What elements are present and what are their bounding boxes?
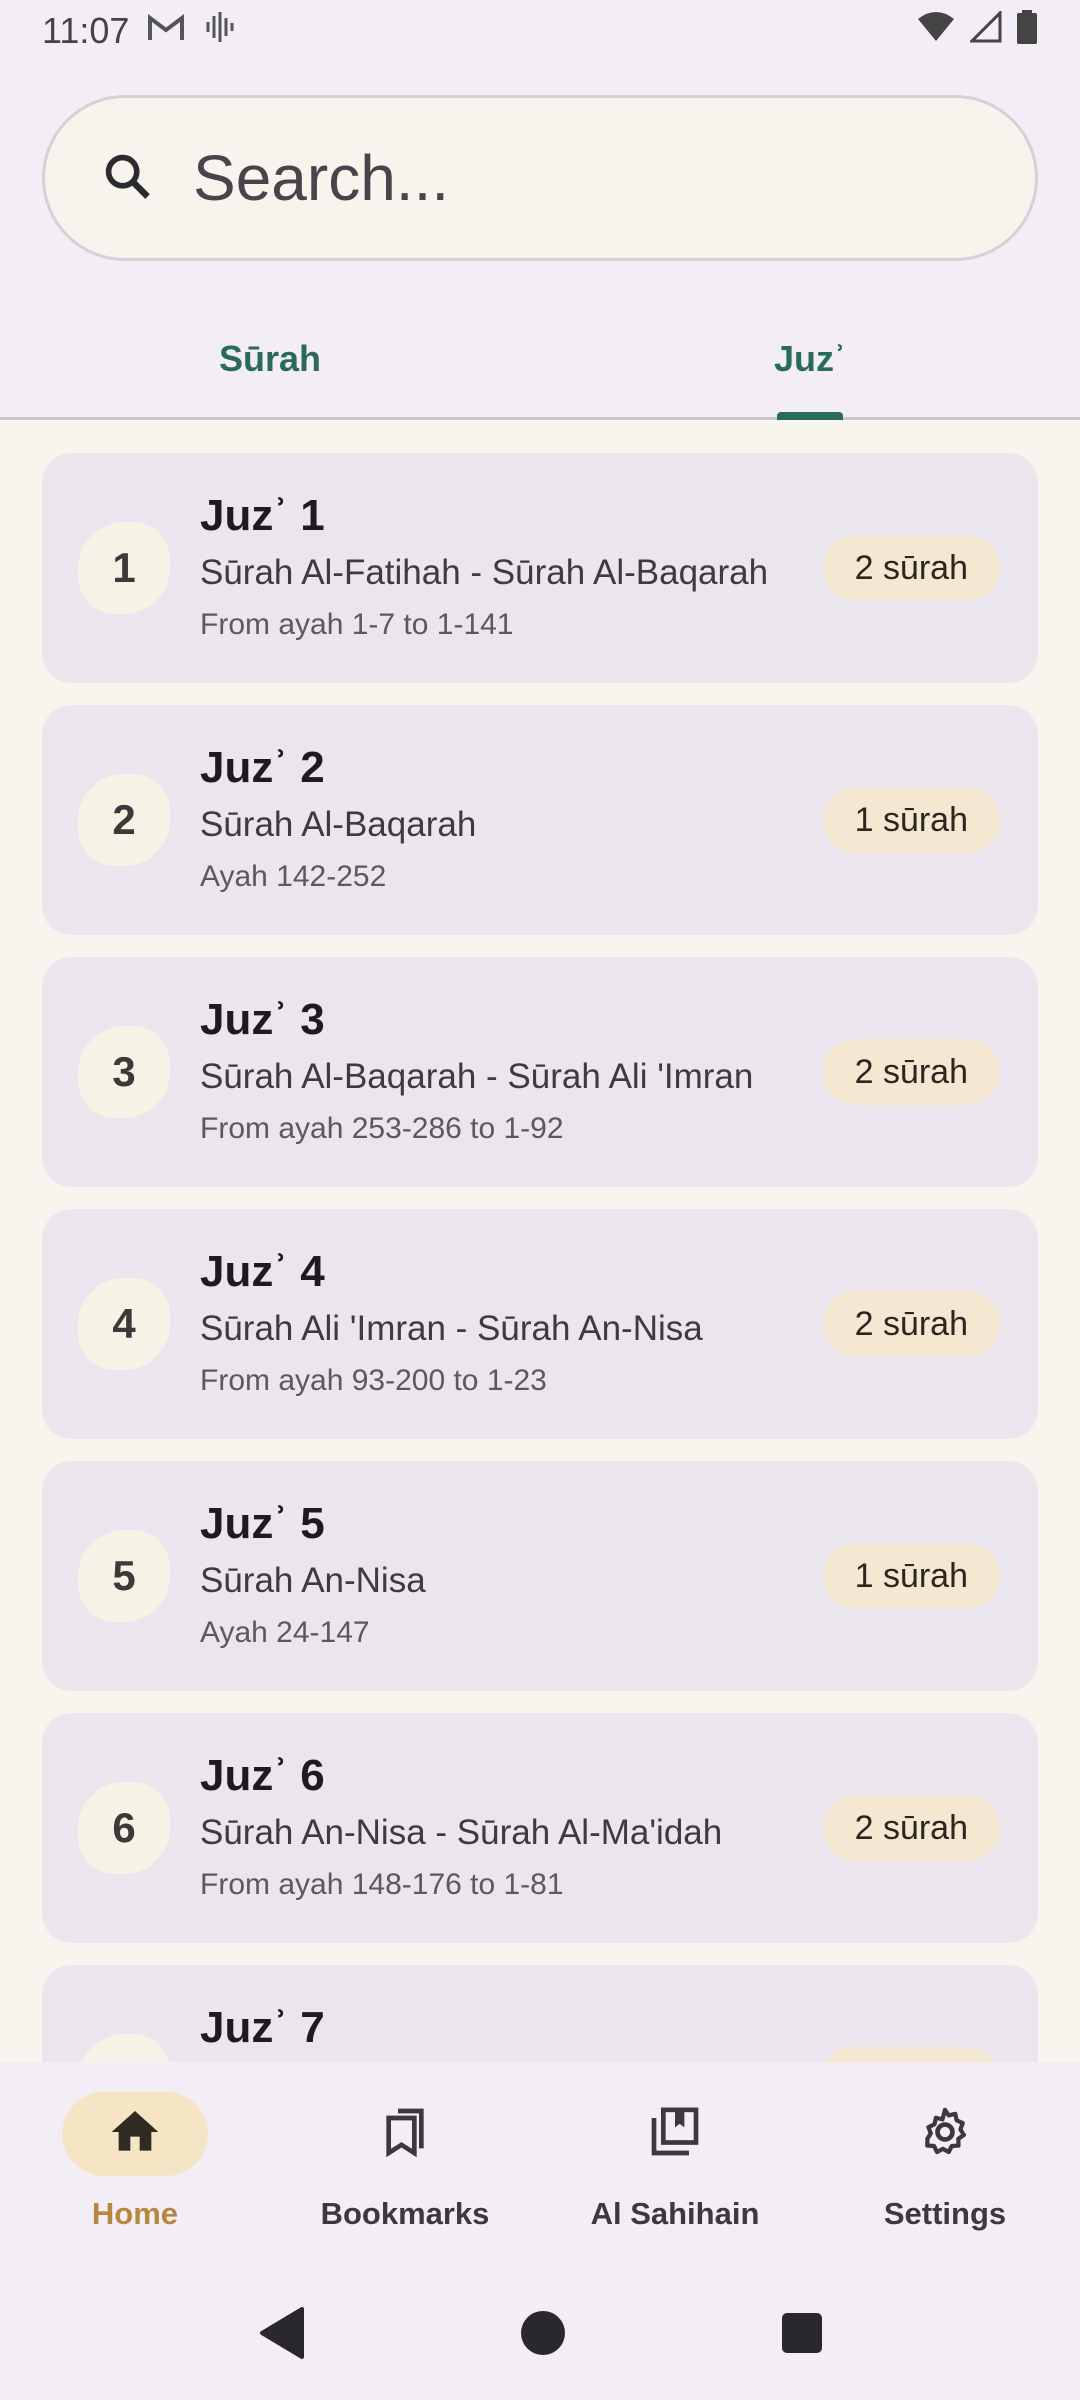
juz-card[interactable]: 3 Juzʾ 3 Sūrah Al-Baqarah - Sūrah Ali 'I… [42, 957, 1038, 1187]
juz-number-badge: 3 [78, 1026, 170, 1118]
gear-icon [917, 2104, 973, 2165]
home-icon [107, 2104, 163, 2165]
surah-count-chip: 2 sūrah [822, 535, 1000, 601]
status-time: 11:07 [42, 10, 130, 51]
juz-card[interactable]: 2 Juzʾ 2 Sūrah Al-Baqarah Ayah 142-252 1… [42, 705, 1038, 935]
home-circle-icon[interactable] [519, 2309, 567, 2362]
juz-number-badge: 6 [78, 1782, 170, 1874]
juz-number-badge [78, 2034, 170, 2062]
voice-icon [203, 10, 237, 53]
juz-surahs: Sūrah An-Nisa - Sūrah Al-Ma'idah [200, 1813, 723, 1852]
juz-surahs: Sūrah Al-Baqarah [200, 805, 477, 844]
surah-count-chip: 1 sūrah [822, 1543, 1000, 1609]
status-right [916, 9, 1038, 53]
tab-juz[interactable]: Juzʾ [540, 300, 1080, 417]
juz-card[interactable]: 6 Juzʾ 6 Sūrah An-Nisa - Sūrah Al-Ma'ida… [42, 1713, 1038, 1943]
juz-card[interactable]: 1 Juzʾ 1 Sūrah Al-Fatihah - Sūrah Al-Baq… [42, 453, 1038, 683]
juz-ayah-range: Ayah 142-252 [200, 860, 387, 893]
juz-title: Juzʾ 5 [200, 1499, 325, 1548]
status-bar: 11:07 [0, 0, 1080, 62]
juz-number-badge: 5 [78, 1530, 170, 1622]
juz-ayah-range: From ayah 148-176 to 1-81 [200, 1868, 564, 1901]
juz-number-badge: 1 [78, 522, 170, 614]
system-navigation-bar [0, 2270, 1080, 2400]
juz-list[interactable]: 1 Juzʾ 1 Sūrah Al-Fatihah - Sūrah Al-Baq… [0, 420, 1080, 2062]
nav-settings-label: Settings [883, 2196, 1007, 2231]
search-input[interactable] [193, 141, 953, 215]
status-left: 11:07 [42, 10, 237, 53]
juz-surahs: Sūrah Al-Baqarah - Sūrah Ali 'Imran [200, 1057, 754, 1096]
nav-bookmarks-label: Bookmarks [320, 2196, 490, 2231]
nav-home-label: Home [91, 2196, 179, 2231]
juz-title: Juzʾ 6 [200, 1751, 325, 1800]
juz-card[interactable]: 4 Juzʾ 4 Sūrah Ali 'Imran - Sūrah An-Nis… [42, 1209, 1038, 1439]
juz-title: Juzʾ 2 [200, 743, 325, 792]
nav-bookmarks[interactable]: Bookmarks [270, 2062, 540, 2270]
juz-ayah-range: From ayah 93-200 to 1-23 [200, 1364, 547, 1397]
screen: 11:07 Sūrah Juzʾ [0, 0, 1080, 2400]
juz-title: Juzʾ 7 [200, 2003, 325, 2052]
nav-al-sahihain-indicator [602, 2092, 748, 2176]
juz-surahs: Sūrah Al-Fatihah - Sūrah Al-Baqarah [200, 553, 769, 592]
cell-signal-icon [968, 9, 1002, 52]
tab-surah[interactable]: Sūrah [0, 300, 540, 417]
juz-surahs: Sūrah An-Nisa [200, 1561, 426, 1600]
nav-al-sahihain-label: Al Sahihain [590, 2196, 760, 2231]
juz-number-badge: 4 [78, 1278, 170, 1370]
nav-home[interactable]: Home [0, 2062, 270, 2270]
gmail-icon [147, 10, 185, 52]
surah-count-chip: 1 sūrah [822, 787, 1000, 853]
bottom-navigation: Home Bookmarks Al Sahihain Settings [0, 2062, 1080, 2270]
nav-home-indicator [62, 2092, 208, 2176]
recents-icon[interactable] [780, 2311, 824, 2360]
juz-title: Juzʾ 1 [200, 491, 325, 540]
battery-icon [1016, 9, 1038, 53]
juz-ayah-range: From ayah 253-286 to 1-92 [200, 1112, 564, 1145]
juz-card[interactable]: Juzʾ 7 [42, 1965, 1038, 2062]
surah-count-chip: 2 sūrah [822, 1291, 1000, 1357]
juz-surahs: Sūrah Ali 'Imran - Sūrah An-Nisa [200, 1309, 703, 1348]
juz-title: Juzʾ 3 [200, 995, 325, 1044]
nav-settings-indicator [872, 2092, 1018, 2176]
wifi-icon [916, 10, 956, 52]
juz-ayah-range: From ayah 1-7 to 1-141 [200, 608, 514, 641]
nav-al-sahihain[interactable]: Al Sahihain [540, 2062, 810, 2270]
juz-number-badge: 2 [78, 774, 170, 866]
nav-bookmarks-indicator [332, 2092, 478, 2176]
nav-settings[interactable]: Settings [810, 2062, 1080, 2270]
surah-count-chip [820, 2047, 1000, 2062]
surah-count-chip: 2 sūrah [822, 1039, 1000, 1105]
juz-ayah-range: Ayah 24-147 [200, 1616, 370, 1649]
back-icon[interactable] [256, 2305, 306, 2366]
search-icon [101, 150, 153, 207]
juz-title: Juzʾ 4 [200, 1247, 325, 1296]
surah-count-chip: 2 sūrah [822, 1795, 1000, 1861]
bookmarks-icon [377, 2104, 433, 2165]
juz-card[interactable]: 5 Juzʾ 5 Sūrah An-Nisa Ayah 24-147 1 sūr… [42, 1461, 1038, 1691]
tab-bar: Sūrah Juzʾ [0, 300, 1080, 420]
library-icon [647, 2104, 703, 2165]
search-bar[interactable] [42, 95, 1038, 261]
